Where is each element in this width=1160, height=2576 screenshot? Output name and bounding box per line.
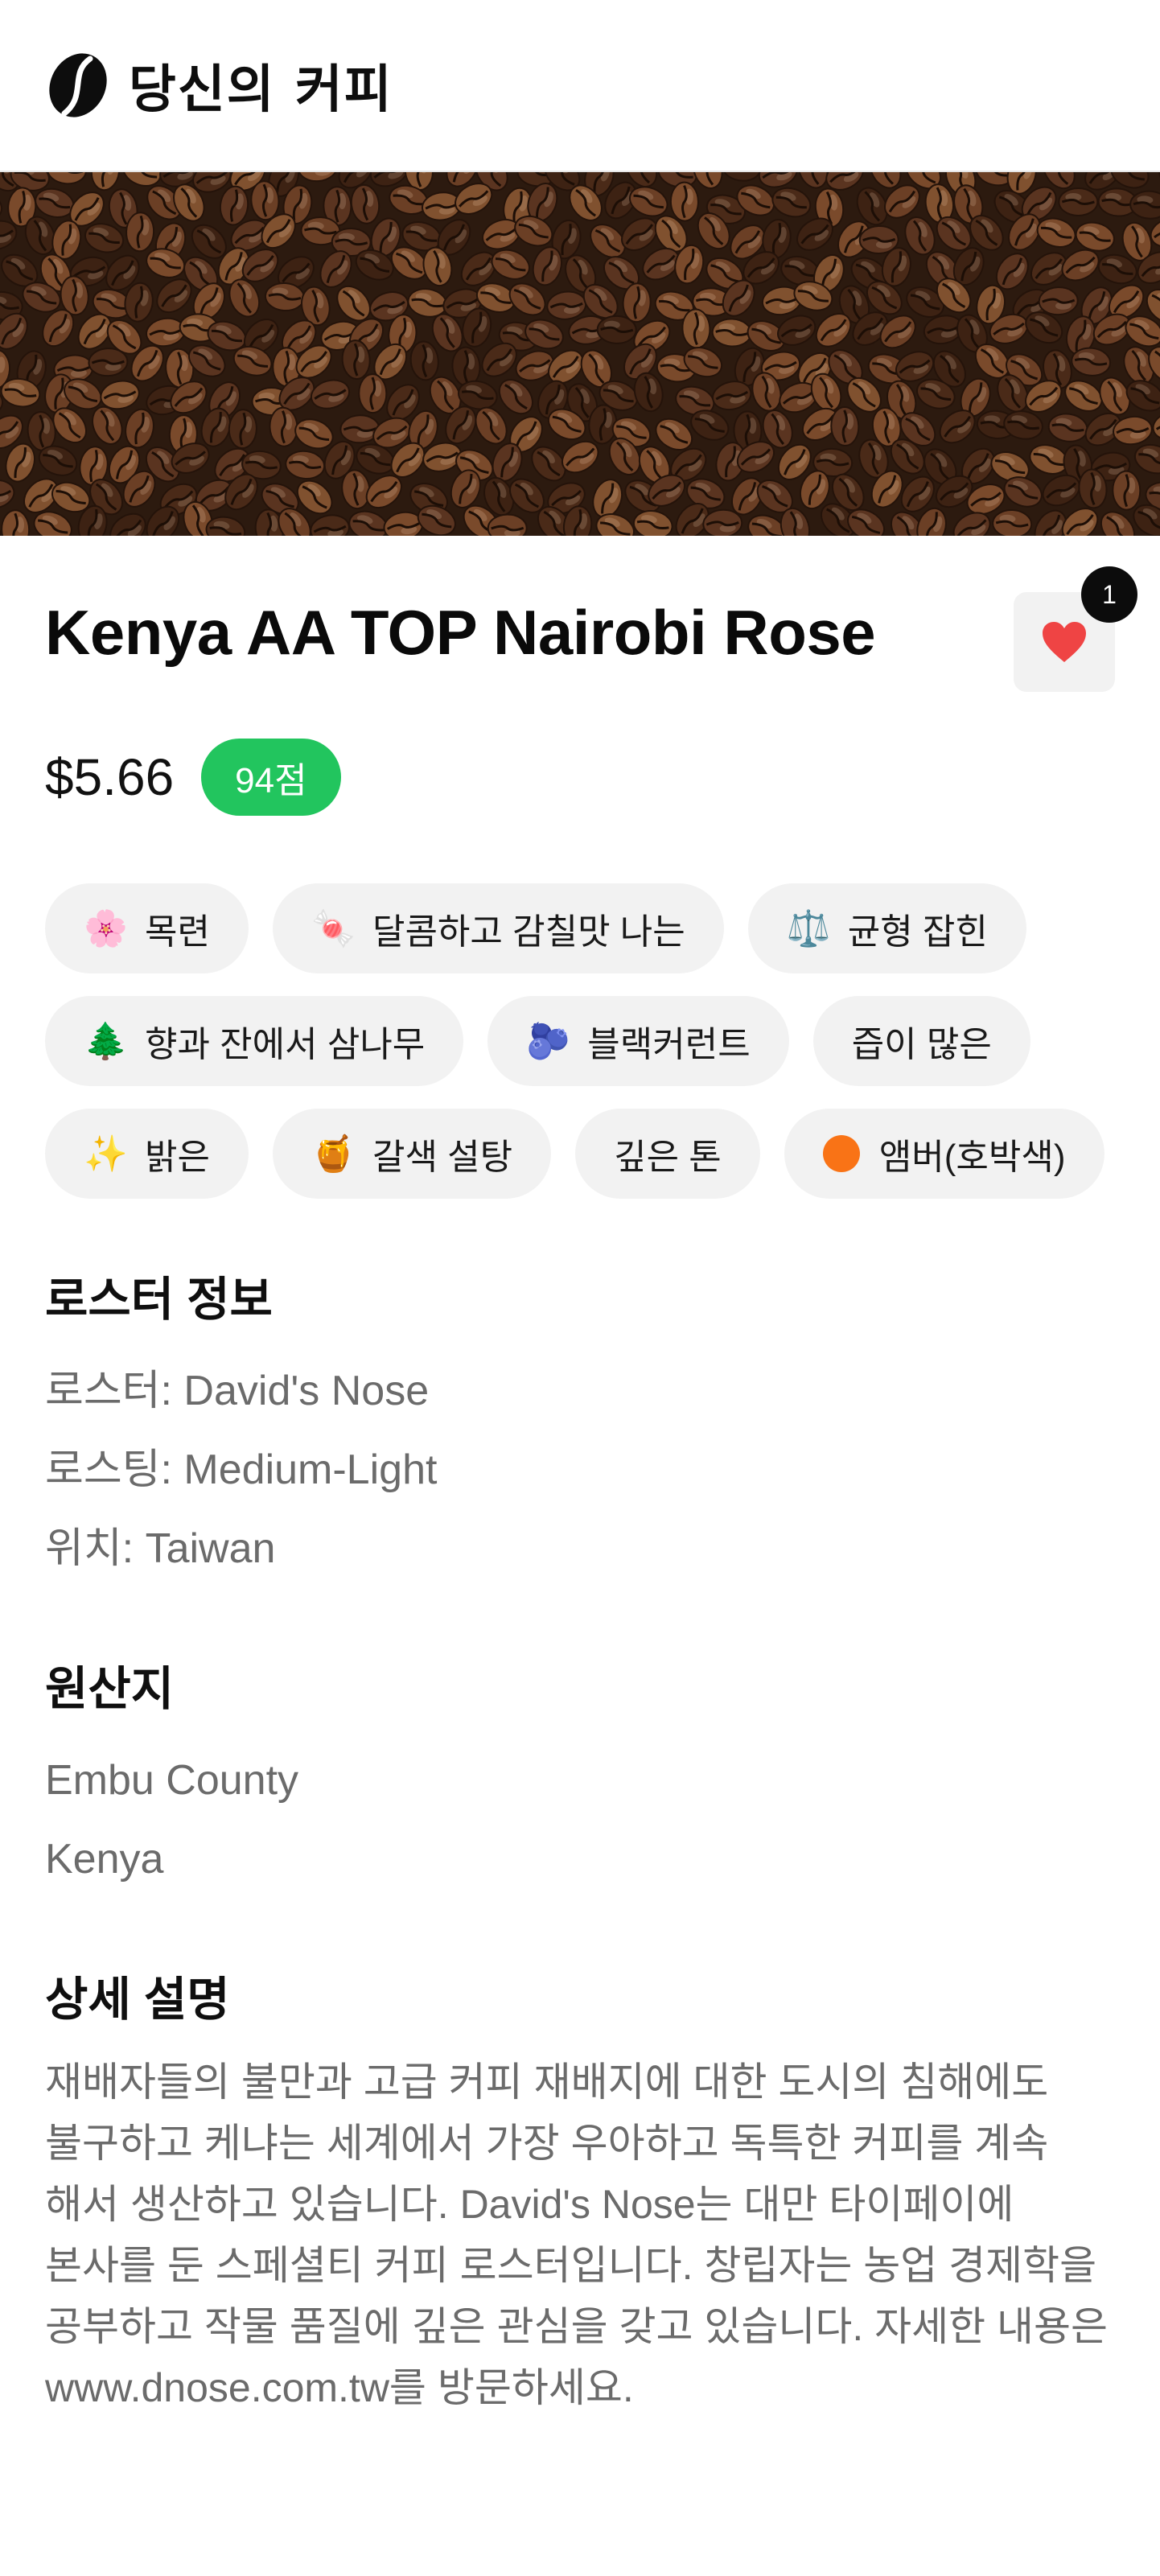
tag-label: 앰버(호박색) [878,1138,1066,1177]
tag-label: 즙이 많은 [851,1025,992,1064]
blueberries-icon: 🫐 [526,1022,571,1061]
balance-scale-icon: ⚖️ [786,909,831,949]
origin-section: 원산지 Embu County Kenya [45,1660,1115,1899]
section-title: 로스터 정보 [45,1274,273,1326]
details-section: 상세 설명 재배자들의 불만과 고급 커피 재배지에 대한 도시의 침해에도 불… [45,1971,1115,2418]
honey-pot-icon: 🍯 [311,1134,356,1174]
tag-balanced[interactable]: ⚖️ 균형 잡힌 [747,883,1026,973]
description-text: 재배자들의 불만과 고급 커피 재배지에 대한 도시의 침해에도 불구하고 케냐… [45,2060,1109,2410]
roaster-name: 로스터: David's Nose [45,1368,430,1414]
tag-label: 달콤하고 감칠맛 나는 [372,912,685,952]
brand-title: 당신의 커피 [129,60,393,120]
sparkles-icon: ✨ [84,1134,128,1174]
tag-cedar[interactable]: 🌲 향과 잔에서 삼나무 [45,996,464,1086]
hero-coffee-beans-image [0,172,1160,536]
tag-label: 갈색 설탕 [372,1138,513,1177]
origin-region: Embu County [45,1757,299,1804]
tag-label: 블랙커런트 [587,1025,751,1064]
tag-sweet-savory[interactable]: 🍬 달콤하고 감칠맛 나는 [272,883,724,973]
tag-blackcurrant[interactable]: 🫐 블랙커런트 [487,996,789,1086]
tag-label: 균형 잡힌 [847,912,988,952]
origin-country: Kenya [45,1836,164,1883]
orange-circle-icon [822,1135,860,1172]
favorite-button[interactable]: 1 [1014,566,1137,692]
roaster-info-section: 로스터 정보 로스터: David's Nose 로스팅: Medium-Lig… [45,1271,1115,1588]
tag-brown-sugar[interactable]: 🍯 갈색 설탕 [272,1109,552,1199]
section-title: 상세 설명 [45,1973,230,2026]
tag-label: 깊은 톤 [614,1138,722,1177]
roaster-location: 위치: Taiwan [45,1525,276,1572]
flavor-tags: 🌸 목련 🍬 달콤하고 감칠맛 나는 ⚖️ 균형 잡힌 🌲 향과 잔에서 삼나무… [45,883,1123,1199]
favorite-count-badge: 1 [1081,566,1137,623]
product-detail: Kenya AA TOP Nairobi Rose 1 $5.66 94점 🌸 … [0,566,1160,2418]
title-row: Kenya AA TOP Nairobi Rose 1 [45,566,1137,692]
tag-bright[interactable]: ✨ 밝은 [45,1109,249,1199]
tag-deep-tone[interactable]: 깊은 톤 [575,1109,760,1199]
coffee-bean-icon [49,53,107,117]
score-badge: 94점 [201,739,341,816]
app-header: 당신의 커피 [0,0,1160,172]
price-row: $5.66 94점 [45,739,1115,816]
brand[interactable]: 당신의 커피 [45,48,393,122]
product-title: Kenya AA TOP Nairobi Rose [45,597,876,668]
tag-label: 목련 [145,912,210,952]
price: $5.66 [45,748,175,806]
candy-icon: 🍬 [311,909,356,949]
tag-label: 향과 잔에서 삼나무 [145,1025,426,1064]
section-title: 원산지 [45,1663,175,1715]
cherry-blossom-icon: 🌸 [84,909,128,949]
tag-amber[interactable]: 앰버(호박색) [784,1109,1104,1199]
roast-level: 로스팅: Medium-Light [45,1446,438,1493]
evergreen-tree-icon: 🌲 [84,1022,128,1061]
tag-juicy[interactable]: 즙이 많은 [812,996,1030,1086]
heart-icon [1043,622,1086,662]
tag-label: 밝은 [145,1138,210,1177]
tag-magnolia[interactable]: 🌸 목련 [45,883,249,973]
